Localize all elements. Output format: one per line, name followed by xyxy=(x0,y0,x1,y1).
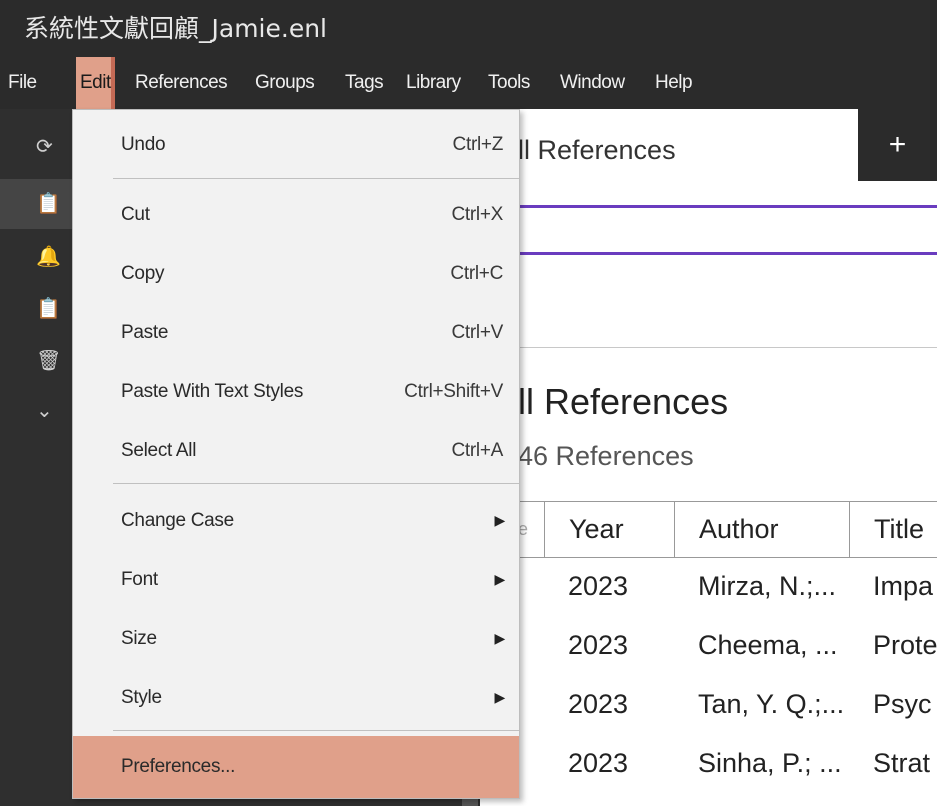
clipboard-icon[interactable]: 📋 xyxy=(0,289,72,329)
menu-separator xyxy=(113,483,519,484)
shortcut-label: Ctrl+C xyxy=(450,263,503,284)
search-input[interactable] xyxy=(518,205,937,255)
sidebar: ⟳ 📋 🔔 📋 🗑 ⌄ xyxy=(0,109,72,806)
shortcut-label: Ctrl+V xyxy=(451,322,503,343)
edit-menu-dropdown: Undo Ctrl+Z Cut Ctrl+X Copy Ctrl+C Paste… xyxy=(72,109,520,799)
table-row[interactable]: 2023 Mirza, N.;... Impa xyxy=(518,557,937,616)
tab-all-references[interactable]: ll References xyxy=(518,135,676,166)
menu-bar: File Edit References Groups Tags Library… xyxy=(0,57,937,109)
menu-tools[interactable]: Tools xyxy=(488,57,530,109)
column-header-partial[interactable]: e xyxy=(518,502,544,557)
submenu-arrow-icon: ▶ xyxy=(494,630,506,646)
table-row[interactable]: 2023 Tan, Y. Q.;... Psyc xyxy=(518,675,937,734)
column-header-year[interactable]: Year xyxy=(544,502,674,557)
page-title: ll References xyxy=(518,381,729,422)
menu-tags[interactable]: Tags xyxy=(345,57,384,109)
references-pane: ll References + ll References 46 Referen… xyxy=(480,109,937,806)
menu-library[interactable]: Library xyxy=(406,57,461,109)
cell-year: 2023 xyxy=(568,689,629,719)
clipboard-icon[interactable]: 📋 xyxy=(0,179,72,229)
cell-title: Prote xyxy=(873,630,937,660)
menu-item-paste[interactable]: Paste Ctrl+V xyxy=(73,303,519,362)
menu-edit[interactable]: Edit xyxy=(76,57,115,109)
bell-icon[interactable]: 🔔 xyxy=(0,237,72,277)
cell-author: Mirza, N.;... xyxy=(698,571,837,601)
column-header-title[interactable]: Title xyxy=(849,502,937,557)
menu-references[interactable]: References xyxy=(135,57,228,109)
menu-item-change-case[interactable]: Change Case ▶ xyxy=(73,491,519,550)
menu-item-preferences[interactable]: Preferences... xyxy=(73,736,519,798)
table-row[interactable]: 2023 Cheema, ... Prote xyxy=(518,616,937,675)
menu-groups[interactable]: Groups xyxy=(255,57,315,109)
shortcut-label: Ctrl+A xyxy=(451,440,503,461)
reference-count: 46 References xyxy=(518,441,694,471)
sync-icon[interactable]: ⟳ xyxy=(0,127,72,167)
cell-author: Tan, Y. Q.;... xyxy=(698,689,845,719)
shortcut-label: Ctrl+Z xyxy=(452,134,504,155)
menu-item-style[interactable]: Style ▶ xyxy=(73,668,519,727)
cell-title: Impa xyxy=(873,571,934,601)
add-tab-button[interactable]: + xyxy=(858,109,937,181)
cell-year: 2023 xyxy=(568,748,629,778)
divider xyxy=(518,347,937,348)
submenu-arrow-icon: ▶ xyxy=(494,512,506,528)
menu-file[interactable]: File xyxy=(8,57,37,109)
chevron-down-icon[interactable]: ⌄ xyxy=(0,391,72,431)
shortcut-label: Ctrl+X xyxy=(451,204,503,225)
submenu-arrow-icon: ▶ xyxy=(494,689,506,705)
table-header: e Year Author Title xyxy=(518,501,937,558)
cell-author: Cheema, ... xyxy=(698,630,838,660)
shortcut-label: Ctrl+Shift+V xyxy=(404,381,503,402)
window-title: 系統性文獻回顧_Jamie.enl xyxy=(0,0,937,57)
menu-window[interactable]: Window xyxy=(560,57,625,109)
cell-title: Strat xyxy=(873,748,931,778)
submenu-arrow-icon: ▶ xyxy=(494,571,506,587)
cell-author: Sinha, P.; ... xyxy=(698,748,842,778)
menu-separator xyxy=(113,730,519,731)
menu-help[interactable]: Help xyxy=(655,57,693,109)
menu-item-cut[interactable]: Cut Ctrl+X xyxy=(73,185,519,244)
menu-item-paste-with-text-styles[interactable]: Paste With Text Styles Ctrl+Shift+V xyxy=(73,362,519,421)
table-row[interactable]: 2023 Sinha, P.; ... Strat xyxy=(518,734,937,793)
menu-separator xyxy=(113,178,519,179)
menu-item-select-all[interactable]: Select All Ctrl+A xyxy=(73,421,519,480)
trash-icon[interactable]: 🗑 xyxy=(0,341,72,381)
menu-item-copy[interactable]: Copy Ctrl+C xyxy=(73,244,519,303)
cell-year: 2023 xyxy=(568,630,629,660)
menu-item-font[interactable]: Font ▶ xyxy=(73,550,519,609)
menu-item-undo[interactable]: Undo Ctrl+Z xyxy=(73,115,519,174)
column-header-author[interactable]: Author xyxy=(674,502,849,557)
cell-title: Psyc xyxy=(873,689,932,719)
menu-item-size[interactable]: Size ▶ xyxy=(73,609,519,668)
cell-year: 2023 xyxy=(568,571,629,601)
